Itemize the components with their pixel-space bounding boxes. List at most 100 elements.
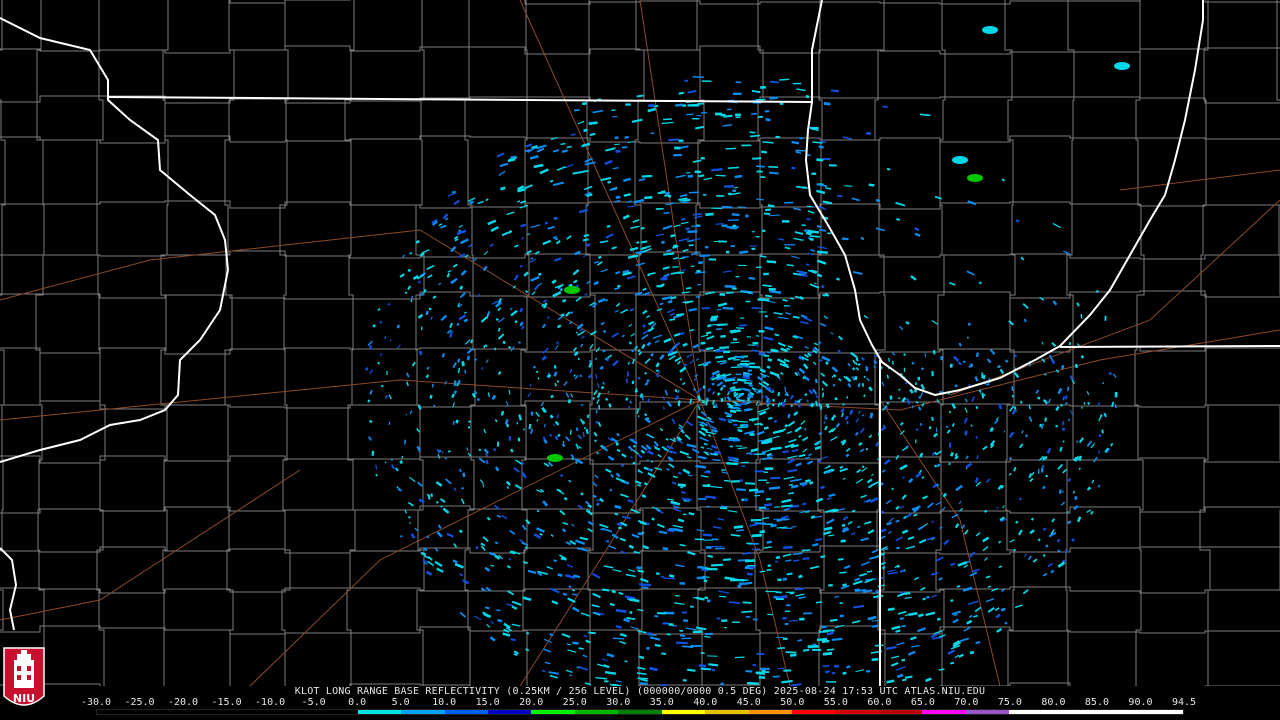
echo-streak (483, 250, 489, 256)
echo-streak (666, 308, 675, 314)
echo-streak (700, 651, 705, 655)
echo-streak (939, 526, 943, 530)
echo-streak (580, 612, 590, 617)
echo-streak (582, 102, 587, 106)
echo-streak (784, 518, 790, 521)
scale-segment (1009, 710, 1053, 714)
echo-streak (624, 595, 636, 600)
echo-streak (485, 459, 489, 465)
echo-streak (459, 529, 463, 534)
echo-streak (482, 536, 489, 542)
echo-streak (668, 574, 675, 578)
echo-streak (886, 401, 890, 405)
scale-segment (97, 710, 141, 714)
echo-streak (761, 150, 768, 154)
echo-streak (704, 635, 711, 638)
lake-michigan-west-shore (804, 0, 1061, 397)
echo-streak (679, 544, 686, 547)
echo-streak (1029, 529, 1035, 535)
echo-streak (847, 521, 853, 525)
echo-streak (636, 672, 647, 675)
echo-streak (801, 549, 811, 552)
echo-streak (521, 472, 527, 479)
echo-streak (429, 394, 433, 399)
echo-streak (575, 443, 580, 450)
echo-streak (604, 159, 613, 166)
echo-streak (792, 552, 803, 556)
echo-streak (1030, 517, 1034, 521)
echo-streak (530, 428, 534, 434)
echo-streak (840, 585, 850, 590)
echo-streak (837, 335, 843, 341)
echo-streak (699, 254, 710, 258)
echo-streak (726, 396, 732, 402)
echo-streak (1019, 443, 1024, 449)
echo-streak (774, 333, 780, 337)
echo-streak (786, 572, 793, 576)
echo-streak (1062, 396, 1066, 401)
echo-streak (861, 465, 865, 469)
echo-streak (814, 378, 818, 384)
echo-streak (712, 399, 715, 405)
echo-streak (700, 111, 707, 114)
echo-streak (749, 523, 759, 527)
echo-streak (918, 406, 922, 411)
echo-streak (793, 411, 799, 417)
echo-streak (604, 680, 609, 683)
echo-streak (453, 380, 457, 386)
echo-streak (636, 566, 642, 570)
echo-streak (682, 342, 688, 347)
echo-streak (674, 103, 683, 107)
echo-streak (835, 422, 841, 428)
echo-streak (934, 195, 942, 200)
echo-streak (598, 255, 602, 259)
echo-streak (933, 629, 943, 635)
echo-streak (533, 163, 544, 169)
echo-streak (511, 600, 522, 606)
echo-streak (761, 374, 767, 378)
echo-streak (723, 479, 730, 482)
echo-streak (886, 374, 889, 379)
echo-streak (593, 431, 598, 437)
echo-streak (532, 365, 537, 369)
echo-streak (865, 366, 869, 372)
echo-streak (459, 611, 466, 618)
echo-streak (562, 521, 569, 526)
echo-streak (583, 128, 588, 132)
echo-streak (429, 316, 434, 321)
echo-streak (426, 493, 431, 497)
scale-segment (1139, 710, 1183, 714)
echo-streak (660, 283, 665, 287)
echo-streak (803, 353, 809, 358)
echo-streak (536, 144, 547, 150)
echo-streak (957, 561, 968, 567)
echo-streak (910, 275, 917, 281)
echo-streak (710, 485, 723, 489)
echo-streak (589, 132, 596, 137)
echo-streak (654, 339, 660, 344)
echo-streak (1013, 548, 1017, 552)
echo-streak (579, 328, 584, 332)
echo-streak (695, 596, 705, 601)
echo-streak (1045, 474, 1049, 478)
echo-streak (816, 183, 828, 188)
echo-streak (816, 637, 828, 642)
echo-streak (615, 477, 626, 483)
echo-streak (874, 354, 878, 358)
echo-streak (885, 499, 892, 505)
echo-streak (554, 382, 558, 387)
echo-streak (379, 353, 383, 357)
echo-streak (675, 641, 688, 645)
echo-streak (610, 473, 614, 478)
echo-streak (1009, 405, 1015, 412)
echo-streak (886, 645, 897, 650)
echo-streak (737, 426, 749, 429)
echo-streak (904, 596, 912, 599)
echo-streak (651, 517, 655, 521)
echo-streak (661, 121, 674, 125)
echo-streak (782, 553, 792, 558)
echo-streak (622, 146, 628, 149)
echo-streak (1029, 478, 1034, 482)
echo-streak (715, 373, 721, 377)
echo-streak (668, 463, 675, 469)
